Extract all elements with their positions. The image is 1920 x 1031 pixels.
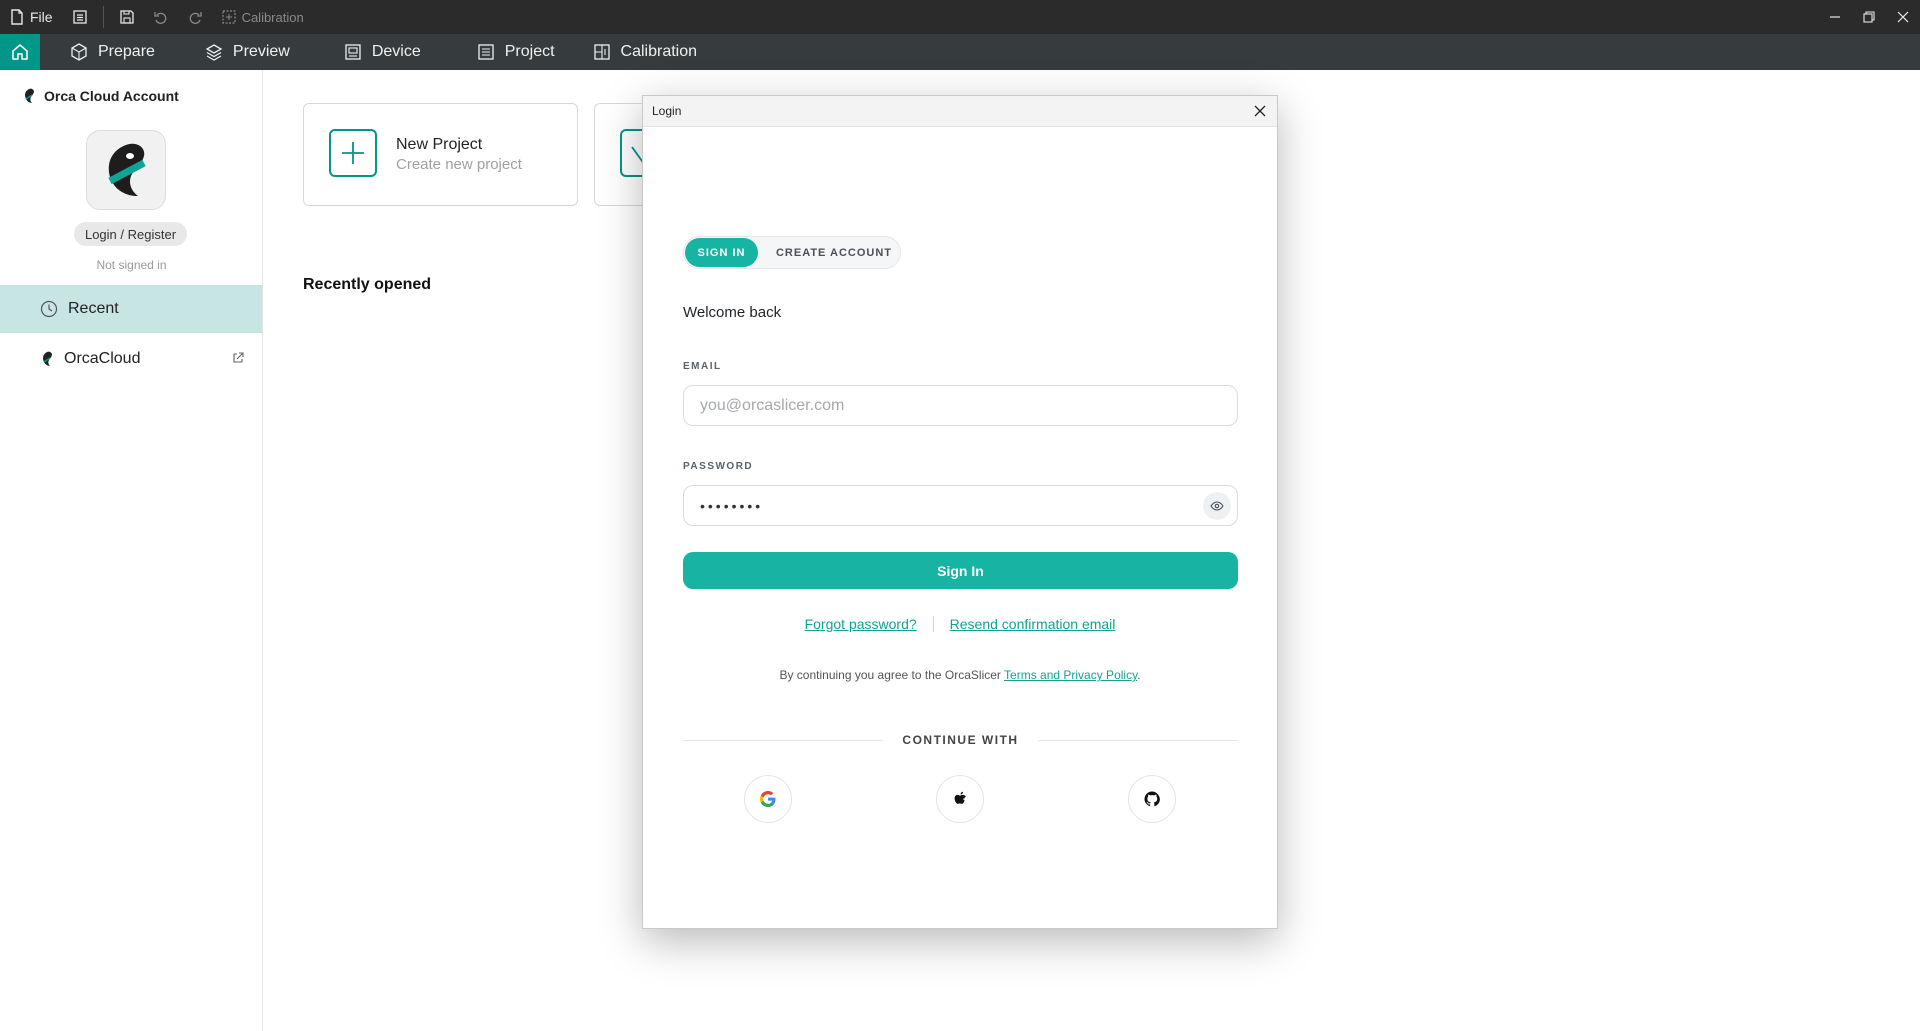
orca-logo-icon [25,88,34,103]
tab-prepare[interactable]: Prepare [56,34,169,70]
menu-icon [72,10,87,24]
undo-button[interactable] [144,0,178,34]
tab-device-label: Device [371,43,421,60]
undo-icon [153,12,166,24]
tab-home[interactable] [0,34,40,70]
new-project-card[interactable]: New Project Create new project [303,103,578,206]
sidebar-item-orcacloud-label: OrcaCloud [64,350,141,367]
apple-login-button[interactable] [936,775,984,823]
email-label: EMAIL [683,361,722,372]
sidebar-item-recent[interactable]: Recent [0,285,262,333]
minimize-button[interactable] [1818,0,1852,34]
terms-suffix: . [1137,668,1141,682]
cube-icon [71,43,87,61]
home-icon [12,44,28,60]
tab-device[interactable]: Device [330,34,435,70]
main-tab-bar: Prepare Preview Device Project Calibrati… [0,34,1920,70]
project-icon [478,44,494,60]
restore-button[interactable] [1852,0,1886,34]
google-icon [760,791,776,807]
close-icon [1897,11,1909,23]
terms-link[interactable]: Terms and Privacy Policy [1004,668,1137,682]
continue-with-label: CONTINUE WITH [902,733,1019,747]
sidebar-item-orcacloud[interactable]: OrcaCloud [0,335,262,383]
sidebar-item-recent-label: Recent [68,300,119,317]
tab-calibration-label: Calibration [620,43,698,60]
email-placeholder: you@orcaslicer.com [700,396,845,414]
link-divider [932,616,934,632]
external-link-icon [232,351,244,369]
tab-project[interactable]: Project [463,34,569,70]
sign-in-button[interactable]: Sign In [683,552,1238,589]
login-dialog: Login SIGN IN CREATE ACCOUNT Welcome bac… [642,95,1278,929]
forgot-password-link[interactable]: Forgot password? [805,616,917,632]
orca-logo-icon [108,143,146,196]
file-icon [11,9,23,25]
dialog-header: Login [643,96,1277,127]
minimize-icon [1830,16,1840,18]
login-register-button[interactable]: Login / Register [74,222,187,246]
orca-logo-icon [43,351,52,366]
terms-prefix: By continuing you agree to the OrcaSlice… [779,668,1005,682]
redo-icon [189,12,202,24]
dialog-title: Login [652,104,682,118]
password-label: PASSWORD [683,461,754,472]
save-button[interactable] [110,0,144,34]
calibration-shortcut[interactable]: Calibration [212,0,314,34]
menu-button[interactable] [63,0,97,34]
close-window-button[interactable] [1886,0,1920,34]
sidebar: Orca Cloud Account Login / Register Not … [0,70,263,1031]
account-header: Orca Cloud Account [22,88,179,104]
password-field[interactable]: •••••••• [683,485,1238,526]
calibration-shortcut-label: Calibration [241,9,304,25]
github-icon [1144,791,1160,807]
tab-preview-label: Preview [232,43,290,60]
close-icon [1254,105,1266,117]
tab-prepare-label: Prepare [98,43,155,60]
eye-icon [1210,501,1224,511]
toolbar-divider [102,6,104,28]
redo-button[interactable] [178,0,212,34]
tab-project-label: Project [504,43,555,60]
terms-notice: By continuing you agree to the OrcaSlice… [643,668,1277,682]
github-login-button[interactable] [1128,775,1176,823]
resend-confirmation-link[interactable]: Resend confirmation email [950,616,1116,632]
auth-mode-toggle: SIGN IN CREATE ACCOUNT [683,236,901,269]
avatar[interactable] [86,130,166,210]
tab-calibration[interactable]: Calibration [579,34,711,70]
tab-preview[interactable]: Preview [191,34,304,70]
welcome-heading: Welcome back [683,304,782,321]
continue-with-divider: CONTINUE WITH [683,732,1238,748]
file-menu[interactable]: File [0,0,63,34]
new-project-title: New Project [396,136,483,153]
email-field[interactable]: you@orcaslicer.com [683,385,1238,426]
clock-icon [40,300,58,318]
recently-opened-heading: Recently opened [303,276,432,293]
account-help-links: Forgot password? Resend confirmation ema… [643,616,1277,632]
printer-icon [345,44,361,60]
layers-icon [205,44,223,61]
save-icon [119,10,134,24]
file-menu-label: File [30,9,53,25]
calibration-icon [221,10,236,24]
dialog-close-button[interactable] [1249,100,1271,122]
window-controls [1818,0,1920,34]
tab-sign-in[interactable]: SIGN IN [685,238,758,267]
calibration-icon [593,44,610,60]
show-password-button[interactable] [1203,492,1231,520]
account-title: Orca Cloud Account [44,88,179,104]
restore-icon [1863,11,1875,23]
apple-icon [954,791,966,804]
new-project-subtitle: Create new project [396,156,522,173]
sign-in-status: Not signed in [96,258,167,272]
tab-create-account[interactable]: CREATE ACCOUNT [772,238,896,267]
google-login-button[interactable] [744,775,792,823]
password-value: •••••••• [700,497,764,514]
title-bar: File Calibration [0,0,1920,34]
plus-icon [329,129,377,177]
